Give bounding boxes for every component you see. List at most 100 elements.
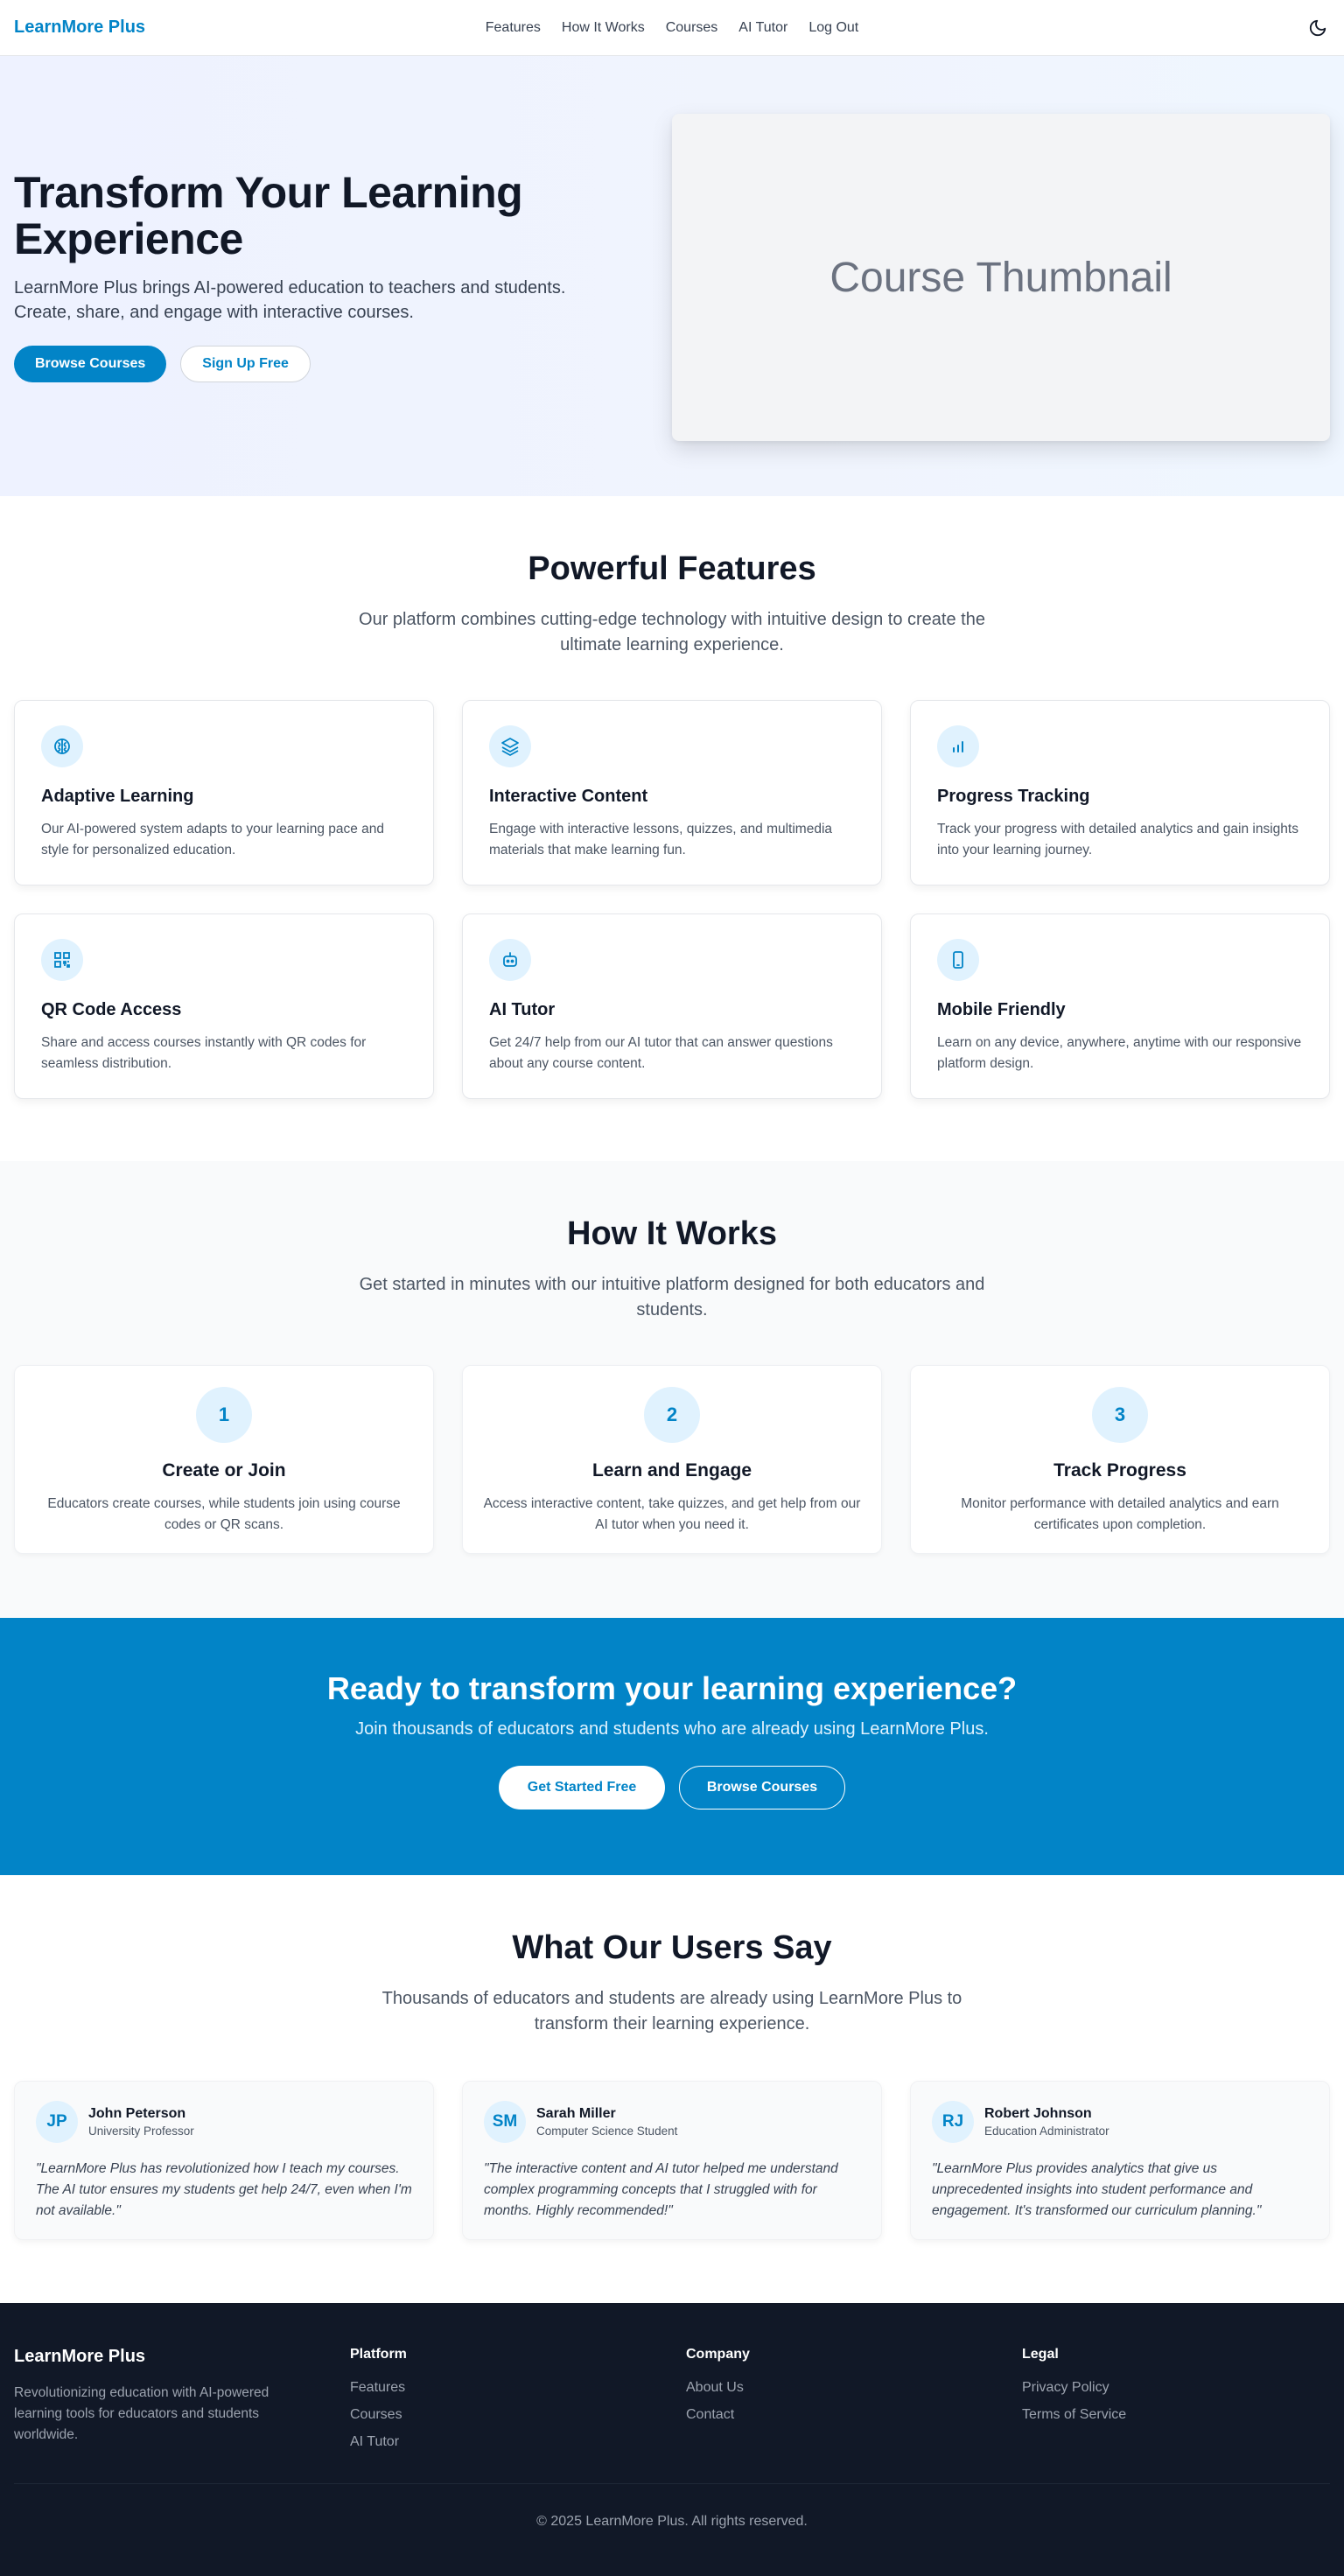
step-text: Access interactive content, take quizzes… [483,1496,861,1533]
browse-courses-button[interactable]: Browse Courses [14,346,167,383]
footer-platform-column: Platform Features Courses AI Tutor [350,2347,686,2450]
brand-logo[interactable]: LearnMore Plus [14,18,145,38]
nav-link-ai-tutor[interactable]: AI Tutor [738,20,788,36]
feature-text: Engage with interactive lessons, quizzes… [489,822,833,858]
feature-title: QR Code Access [41,1000,182,1019]
footer-link-features[interactable]: Features [350,2380,686,2396]
feature-text: Share and access courses instantly with … [41,1035,367,1072]
hero-content: Transform Your Learning Experience Learn… [14,167,626,383]
step-card: 3 Track Progress Monitor performance wit… [910,1365,1330,1554]
how-subtitle: Get started in minutes with our intuitiv… [359,1275,985,1320]
nav-links: Features How It Works Courses AI Tutor L… [486,20,859,36]
feature-card-ai-tutor: AI Tutor Get 24/7 help from our AI tutor… [462,914,882,1099]
avatar: RJ [932,2101,974,2143]
features-section: Powerful Features Our platform combines … [0,496,1344,1161]
get-started-free-button[interactable]: Get Started Free [499,1766,665,1810]
feature-title: Interactive Content [489,787,648,806]
footer-link-ai-tutor[interactable]: AI Tutor [350,2434,686,2450]
avatar: SM [484,2101,526,2143]
top-navbar: LearnMore Plus Features How It Works Cou… [0,0,1344,56]
step-title: Learn and Engage [592,1460,752,1480]
testimonial-header: SM Sarah Miller Computer Science Student [484,2101,860,2143]
feature-grid: Adaptive Learning Our AI-powered system … [0,700,1344,1099]
brain-icon [41,725,83,767]
feature-title: Adaptive Learning [41,787,194,806]
feature-card-progress-tracking: Progress Tracking Track your progress wi… [910,700,1330,886]
step-title: Track Progress [1054,1460,1186,1480]
footer-divider [14,2483,1330,2484]
features-title: Powerful Features [528,550,816,587]
moon-icon [1309,19,1326,36]
step-text: Educators create courses, while students… [47,1496,401,1533]
footer-links: Privacy Policy Terms of Service [1022,2380,1330,2423]
testimonial-name: Sarah Miller [536,2106,616,2121]
step-card: 2 Learn and Engage Access interactive co… [462,1365,882,1554]
feature-text: Track your progress with detailed analyt… [937,822,1298,858]
feature-title: Progress Tracking [937,787,1090,806]
feature-card-mobile-friendly: Mobile Friendly Learn on any device, any… [910,914,1330,1099]
theme-toggle-button[interactable] [1306,16,1330,40]
footer-link-terms-of-service[interactable]: Terms of Service [1022,2407,1330,2423]
how-it-works-section: How It Works Get started in minutes with… [0,1161,1344,1618]
footer-link-contact[interactable]: Contact [686,2407,1022,2423]
hero-title: Transform Your Learning Experience [14,167,523,264]
testimonial-quote: "LearnMore Plus has revolutionized how I… [36,2161,412,2219]
cta-title: Ready to transform your learning experie… [326,1670,1018,1706]
cta-subtitle: Join thousands of educators and students… [355,1719,989,1739]
footer-link-courses[interactable]: Courses [350,2407,686,2423]
footer-link-privacy-policy[interactable]: Privacy Policy [1022,2380,1330,2396]
testimonial-role: Education Administrator [984,2124,1110,2138]
nav-link-features[interactable]: Features [486,20,541,36]
footer-description: Revolutionizing education with AI-powere… [14,2385,270,2443]
testimonial-role: University Professor [88,2124,194,2138]
nav-link-log-out[interactable]: Log Out [808,20,858,36]
step-title: Create or Join [162,1460,286,1480]
step-number: 3 [1092,1387,1148,1443]
footer: LearnMore Plus Revolutionizing education… [0,2303,1344,2576]
testimonial-grid: JP John Peterson University Professor "L… [0,2081,1344,2240]
testimonial-author: Sarah Miller Computer Science Student [536,2106,677,2138]
footer-columns: LearnMore Plus Revolutionizing education… [14,2347,1330,2450]
footer-heading: Legal [1022,2347,1059,2362]
step-number: 2 [644,1387,700,1443]
step-grid: 1 Create or Join Educators create course… [0,1365,1344,1554]
footer-link-about-us[interactable]: About Us [686,2380,1022,2396]
robot-icon [489,939,531,981]
testimonial-author: Robert Johnson Education Administrator [984,2106,1110,2138]
testimonial-name: John Peterson [88,2106,186,2121]
feature-title: AI Tutor [489,1000,556,1019]
footer-heading: Platform [350,2347,407,2362]
feature-title: Mobile Friendly [937,1000,1066,1019]
feature-text: Learn on any device, anywhere, anytime w… [937,1035,1302,1072]
footer-company-column: Company About Us Contact [686,2347,1022,2450]
footer-brand: LearnMore Plus [14,2347,146,2366]
testimonial-name: Robert Johnson [984,2106,1092,2121]
testimonial-card: RJ Robert Johnson Education Administrato… [910,2081,1330,2240]
mobile-icon [937,939,979,981]
testimonial-role: Computer Science Student [536,2124,678,2138]
testimonial-header: RJ Robert Johnson Education Administrato… [932,2101,1308,2143]
footer-copyright: © 2025 LearnMore Plus. All rights reserv… [536,2514,808,2529]
course-thumbnail: Course Thumbnail [672,114,1330,441]
bar-chart-icon [937,725,979,767]
nav-link-courses[interactable]: Courses [666,20,718,36]
step-text: Monitor performance with detailed analyt… [961,1496,1279,1533]
hero-section: Transform Your Learning Experience Learn… [0,56,1344,496]
qr-code-icon [41,939,83,981]
testimonial-author: John Peterson University Professor [88,2106,194,2138]
cta-browse-courses-button[interactable]: Browse Courses [679,1766,845,1810]
feature-card-interactive-content: Interactive Content Engage with interact… [462,700,882,886]
nav-link-how-it-works[interactable]: How It Works [562,20,645,36]
sign-up-free-button[interactable]: Sign Up Free [180,346,311,383]
features-subtitle: Our platform combines cutting-edge techn… [359,610,985,654]
course-thumbnail-label: Course Thumbnail [830,254,1172,301]
testimonials-section: What Our Users Say Thousands of educator… [0,1875,1344,2303]
testimonial-card: SM Sarah Miller Computer Science Student… [462,2081,882,2240]
testimonial-quote: "LearnMore Plus provides analytics that … [932,2161,1262,2219]
feature-card-adaptive-learning: Adaptive Learning Our AI-powered system … [14,700,434,886]
footer-brand-column: LearnMore Plus Revolutionizing education… [14,2347,350,2450]
cta-section: Ready to transform your learning experie… [0,1618,1344,1875]
footer-links: About Us Contact [686,2380,1022,2423]
footer-legal-column: Legal Privacy Policy Terms of Service [1022,2347,1330,2450]
testimonial-card: JP John Peterson University Professor "L… [14,2081,434,2240]
